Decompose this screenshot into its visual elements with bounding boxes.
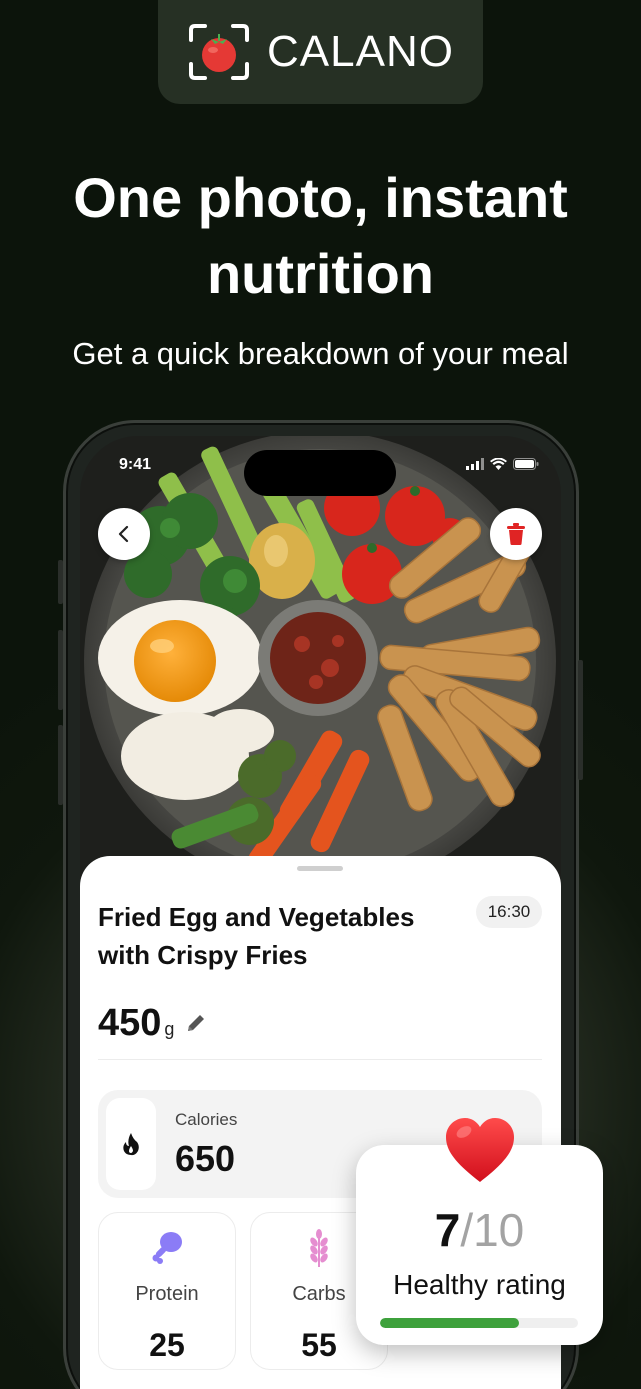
signal-icon (466, 458, 484, 470)
rating-score: 7/10 (356, 1203, 603, 1257)
heart-icon (446, 1118, 514, 1182)
weight-unit: g (164, 1019, 175, 1039)
rating-value: 7 (434, 1204, 461, 1256)
dynamic-island (244, 450, 396, 496)
meal-title-line1: Fried Egg and Vegetables (98, 902, 415, 932)
hero-title-line1: One photo, instant (73, 166, 568, 229)
macro-value: 25 (149, 1327, 185, 1363)
meal-weight: 450 g (98, 1002, 208, 1045)
phone-side-button (58, 560, 63, 604)
calories-label: Calories (175, 1110, 238, 1129)
weight-value: 450 (98, 1002, 162, 1044)
back-button[interactable] (98, 508, 150, 560)
phone-side-button (58, 630, 63, 710)
status-time: 9:41 (119, 456, 152, 473)
rating-progress-bar (380, 1318, 578, 1328)
phone-side-button (58, 725, 63, 805)
tomato-camera-icon (187, 22, 251, 82)
calories-value: 650 (175, 1138, 236, 1179)
hero-title: One photo, instant nutrition (0, 160, 641, 312)
macro-icon-wrap (99, 1229, 235, 1265)
macro-card-protein: Protein 25 (98, 1212, 236, 1370)
battery-icon (513, 458, 539, 470)
rating-max: /10 (460, 1204, 525, 1256)
brand-name: CALANO (267, 27, 454, 76)
delete-button[interactable] (490, 508, 542, 560)
hero-title-line2: nutrition (206, 242, 435, 305)
app-logo: CALANO (158, 0, 483, 104)
drumstick-icon (152, 1232, 182, 1264)
macro-label: Protein (135, 1283, 199, 1305)
meal-title-line2: with Crispy Fries (98, 940, 308, 970)
meal-time-badge: 16:30 (476, 896, 542, 928)
meal-title: Fried Egg and Vegetables with Crispy Fri… (98, 898, 458, 974)
calories-icon-box (106, 1098, 156, 1190)
status-icons (466, 458, 539, 470)
phone-side-button (578, 660, 583, 780)
rating-label: Healthy rating (393, 1269, 566, 1300)
meal-photo (80, 436, 561, 896)
pencil-icon[interactable] (184, 1011, 208, 1035)
chevron-left-icon (118, 525, 129, 543)
divider (98, 1059, 542, 1060)
sheet-handle[interactable] (297, 866, 343, 871)
wifi-icon (490, 458, 507, 470)
hero-subtitle: Get a quick breakdown of your meal (72, 336, 569, 371)
rating-progress-fill (380, 1318, 519, 1328)
flame-icon (123, 1133, 139, 1156)
trash-icon (507, 523, 525, 545)
wheat-icon (310, 1229, 328, 1267)
